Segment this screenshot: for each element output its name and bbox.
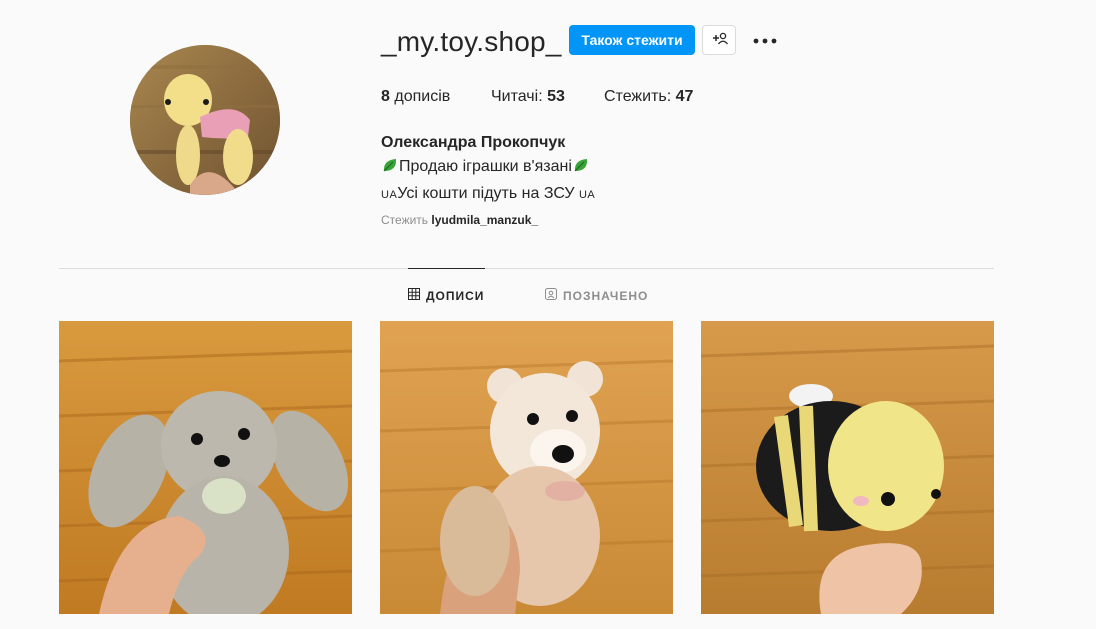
post-thumbnail[interactable] bbox=[380, 321, 673, 614]
profile-avatar[interactable] bbox=[130, 45, 280, 195]
profile-username: _my.toy.shop_ bbox=[381, 26, 562, 57]
leaf-emoji-icon bbox=[572, 156, 590, 182]
more-options-button[interactable] bbox=[752, 28, 778, 52]
ua-flag-icon: UA bbox=[578, 189, 596, 201]
followers-count[interactable]: Читачі: 53 bbox=[491, 87, 604, 107]
tagged-icon bbox=[545, 288, 557, 304]
profile-stats: 8 дописів Читачі: 53 Стежить: 47 bbox=[381, 87, 693, 107]
post-thumbnail[interactable] bbox=[701, 321, 994, 614]
grid-icon bbox=[408, 288, 420, 304]
profile-full-name: Олександра Прокопчук bbox=[381, 134, 566, 151]
ua-flag-icon: UA bbox=[381, 189, 398, 201]
tab-tagged[interactable]: ПОЗНАЧЕНО bbox=[545, 288, 648, 304]
post-thumbnail[interactable] bbox=[59, 321, 352, 614]
bio-line-2: UAУсі кошти підуть на ЗСУ UA bbox=[381, 185, 596, 202]
follow-button[interactable]: Також стежити bbox=[569, 25, 695, 55]
add-person-icon bbox=[710, 31, 729, 50]
leaf-emoji-icon bbox=[381, 156, 399, 182]
tab-posts[interactable]: ДОПИСИ bbox=[408, 288, 484, 304]
followed-by[interactable]: Стежить lyudmila_manzuk_ bbox=[381, 212, 538, 228]
following-count[interactable]: Стежить: 47 bbox=[604, 87, 693, 107]
bio-line-1: Продаю іграшки в'язані bbox=[381, 155, 595, 182]
profile-bio: Олександра Прокопчук Продаю іграшки в'яз… bbox=[381, 131, 595, 207]
active-tab-indicator bbox=[408, 268, 485, 269]
tabs-divider bbox=[59, 268, 994, 269]
suggested-users-button[interactable] bbox=[702, 25, 736, 55]
ellipsis-icon bbox=[753, 31, 777, 49]
posts-count: 8 дописів bbox=[381, 88, 451, 105]
